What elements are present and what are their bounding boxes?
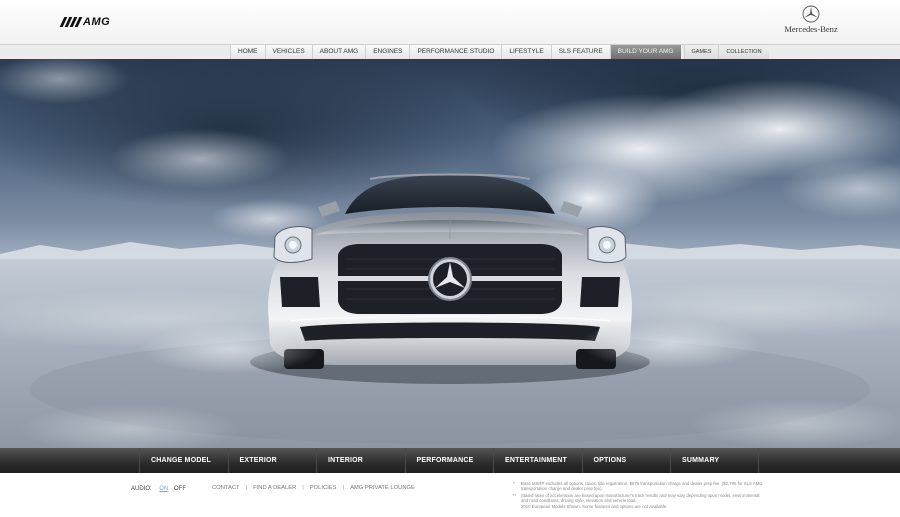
disclaimer-msrp: * Base MSRP excludes all options, taxes, … (513, 481, 763, 492)
link-policies[interactable]: POLICIES (310, 485, 337, 491)
tab-change-model[interactable]: CHANGE MODEL (139, 448, 228, 473)
footer-links: CONTACT | FIND A DEALER | POLICIES | AMG… (212, 485, 415, 491)
nav-home[interactable]: HOME (230, 45, 265, 59)
amg-logo[interactable]: AMG (59, 16, 134, 28)
tab-exterior[interactable]: EXTERIOR (227, 448, 317, 473)
top-navigation: HOME VEHICLES ABOUT AMG ENGINES PERFORMA… (0, 44, 900, 59)
link-find-a-dealer[interactable]: FIND A DEALER (253, 485, 296, 491)
tab-entertainment[interactable]: ENTERTAINMENT (493, 448, 582, 473)
nav-performance-studio[interactable]: PERFORMANCE STUDIO (409, 45, 502, 59)
audio-off-toggle[interactable]: OFF (174, 486, 186, 492)
audio-control: AUDIO: ON OFF (131, 486, 186, 492)
audio-on-toggle[interactable]: ON (159, 486, 168, 492)
audio-label: AUDIO: (131, 486, 152, 492)
nav-vehicles[interactable]: VEHICLES (264, 45, 312, 59)
nav-games[interactable]: GAMES (683, 45, 719, 59)
tab-summary[interactable]: SUMMARY (670, 448, 759, 473)
disclaimer-models: 2010 European Models Shown. Some feature… (521, 504, 668, 510)
nav-collection[interactable]: COLLECTION (718, 45, 769, 59)
link-divider: | (245, 485, 248, 491)
amg-stripes-icon (59, 17, 83, 27)
site-footer: AUDIO: ON OFF CONTACT | FIND A DEALER | … (0, 473, 900, 517)
tab-interior[interactable]: INTERIOR (316, 448, 405, 473)
link-contact[interactable]: CONTACT (212, 485, 240, 491)
nav-engines[interactable]: ENGINES (365, 45, 410, 59)
brand-text: Mercedes-Benz (784, 24, 838, 34)
nav-lifestyle[interactable]: LIFESTYLE (501, 45, 551, 59)
mercedes-star-icon (802, 5, 820, 23)
tab-options[interactable]: OPTIONS (581, 448, 671, 473)
car-scene (0, 59, 900, 448)
tab-performance[interactable]: PERFORMANCE (404, 448, 494, 473)
legal-disclaimer: * Base MSRP excludes all options, taxes, … (513, 481, 763, 510)
configurator-bar: CHANGE MODEL EXTERIOR INTERIOR PERFORMAN… (0, 448, 900, 473)
site-header: AMG Mercedes-Benz (0, 0, 900, 44)
nav-build-your-amg[interactable]: BUILD YOUR AMG (609, 45, 681, 59)
link-amg-private-lounge[interactable]: AMG PRIVATE LOUNGE (350, 485, 415, 491)
nav-about-amg[interactable]: ABOUT AMG (311, 45, 366, 59)
hero-car-image (0, 59, 900, 448)
nav-sls-feature[interactable]: SLS FEATURE (550, 45, 610, 59)
disclaimer-acceleration: ** Stated rates of acceleration are based… (513, 492, 760, 503)
link-divider: | (342, 485, 345, 491)
amg-logo-text: AMG (83, 16, 111, 28)
link-divider: | (302, 485, 304, 491)
mercedes-benz-logo[interactable]: Mercedes-Benz (784, 5, 838, 37)
